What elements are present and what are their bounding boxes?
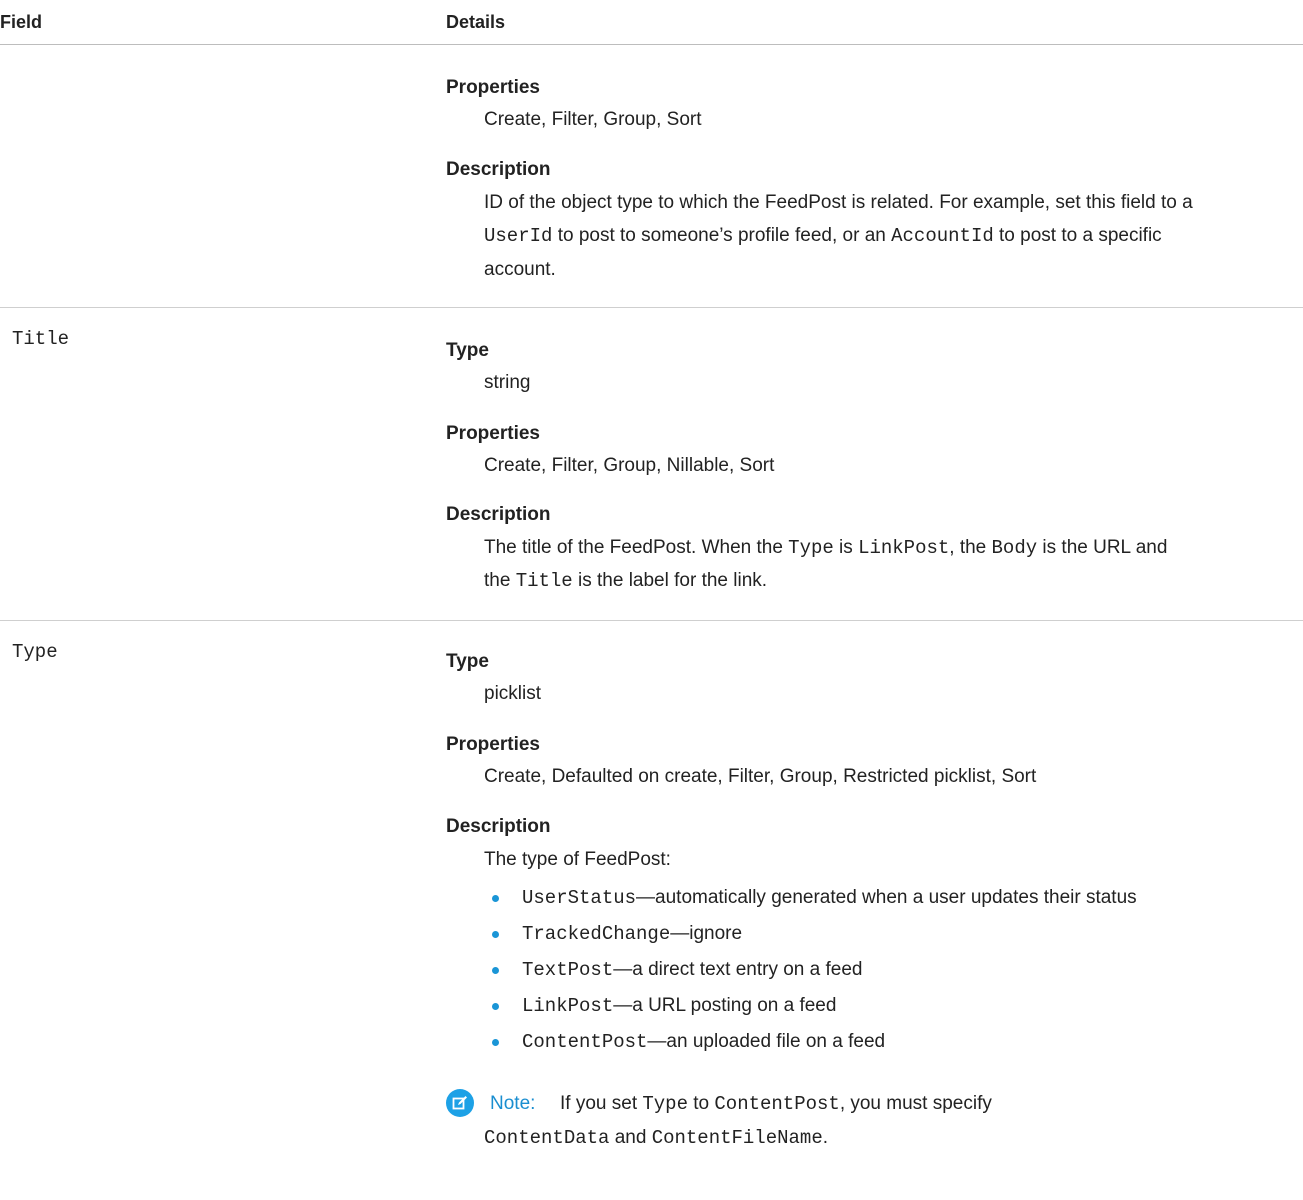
note-label: Note: — [490, 1093, 536, 1114]
bullet-icon — [492, 967, 499, 974]
field-name: Type — [12, 641, 58, 663]
table-row: Properties Create, Filter, Group, Sort D… — [0, 45, 1303, 308]
note-text: ContentData and ContentFileName. — [484, 1127, 828, 1149]
properties-label: Properties — [446, 77, 540, 98]
description-label: Description — [446, 816, 551, 837]
description-line: the Title is the label for the link. — [484, 570, 768, 592]
code-accountid: AccountId — [891, 225, 994, 247]
field-name: Title — [12, 328, 70, 350]
description-intro: The type of FeedPost: — [484, 849, 671, 870]
code-type: Type — [788, 537, 834, 559]
bullet-icon — [492, 1039, 499, 1046]
code-body: Body — [991, 537, 1038, 559]
table-header: Field Details — [0, 0, 1303, 45]
note-text: If you set Type to ContentPost, you must… — [560, 1093, 992, 1115]
properties-value: Create, Filter, Group, Sort — [484, 109, 702, 130]
properties-value: Create, Defaulted on create, Filter, Gro… — [484, 766, 1037, 787]
type-label: Type — [446, 651, 489, 672]
edit-note-icon — [446, 1089, 474, 1117]
description-line: ID of the object type to which the FeedP… — [484, 192, 1193, 213]
bullet-icon — [492, 931, 499, 938]
type-value: picklist — [484, 683, 542, 704]
table-row: Type Type picklist Properties Create, De… — [0, 621, 1303, 1200]
description-line: account. — [484, 259, 556, 280]
list-item: TextPost—a direct text entry on a feed — [492, 955, 1137, 991]
list-item: UserStatus—automatically generated when … — [492, 883, 1137, 919]
bullet-icon — [492, 895, 499, 902]
list-item: ContentPost—an uploaded file on a feed — [492, 1027, 1137, 1063]
column-header-details: Details — [446, 12, 506, 32]
note-callout: Note: If you set Type to ContentPost, yo… — [446, 1089, 1301, 1159]
code-linkpost: LinkPost — [858, 537, 950, 559]
description-line: The title of the FeedPost. When the Type… — [484, 537, 1168, 559]
type-values-list: UserStatus—automatically generated when … — [492, 883, 1137, 1063]
description-line: UserId to post to someone’s profile feed… — [484, 225, 1162, 247]
table-row: Title Type string Properties Create, Fil… — [0, 308, 1303, 621]
bullet-icon — [492, 1003, 499, 1010]
list-item: LinkPost—a URL posting on a feed — [492, 991, 1137, 1027]
properties-label: Properties — [446, 734, 540, 755]
properties-label: Properties — [446, 423, 540, 444]
type-value: string — [484, 372, 531, 393]
list-item: TrackedChange—ignore — [492, 919, 1137, 955]
column-header-field: Field — [0, 12, 43, 32]
description-label: Description — [446, 504, 551, 525]
properties-value: Create, Filter, Group, Nillable, Sort — [484, 455, 775, 476]
code-userid: UserId — [484, 225, 553, 247]
type-label: Type — [446, 340, 489, 361]
code-title: Title — [515, 570, 573, 592]
description-label: Description — [446, 159, 551, 180]
